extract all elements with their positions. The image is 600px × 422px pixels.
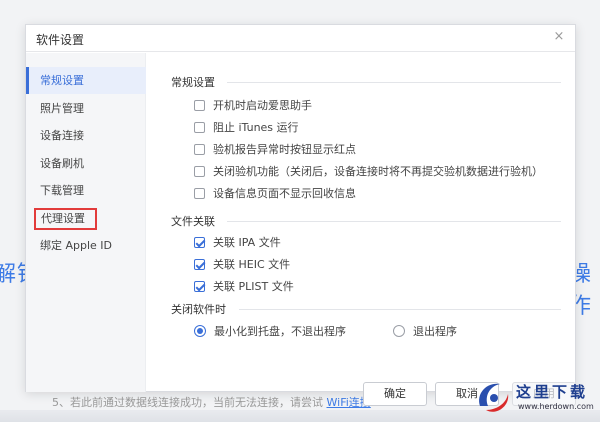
- settings-content: 常规设置 开机时启动爱思助手 阻止 iTunes 运行 验机报告异常时按钮显示红…: [147, 53, 576, 406]
- section-title-general: 常规设置: [171, 76, 215, 89]
- section-title-file-assoc: 文件关联: [171, 215, 215, 228]
- checkbox-checked[interactable]: [194, 258, 205, 270]
- option-label: 关联 IPA 文件: [213, 236, 281, 249]
- option-disable-verify[interactable]: 关闭验机功能（关闭后，设备连接时将不再提交验机数据进行验机）: [194, 163, 543, 179]
- sidebar-item-flash[interactable]: 设备刷机: [26, 150, 146, 177]
- option-hide-recycle[interactable]: 设备信息页面不显示回收信息: [194, 185, 356, 201]
- option-label: 设备信息页面不显示回收信息: [213, 187, 356, 200]
- checkbox-checked[interactable]: [194, 236, 205, 248]
- section-divider: [227, 221, 561, 222]
- option-assoc-plist[interactable]: 关联 PLIST 文件: [194, 278, 294, 294]
- watermark-url: www.herdown.com: [518, 402, 594, 411]
- checkbox[interactable]: [194, 121, 205, 133]
- sidebar-item-apple-id[interactable]: 绑定 Apple ID: [26, 232, 146, 259]
- option-label: 关闭验机功能（关闭后，设备连接时将不再提交验机数据进行验机）: [213, 165, 543, 178]
- watermark-title: 这里下载: [516, 383, 589, 401]
- sidebar-item-downloads[interactable]: 下载管理: [26, 177, 146, 204]
- checkbox[interactable]: [194, 187, 205, 199]
- dialog-titlebar: 软件设置 ×: [26, 25, 575, 52]
- option-label: 开机时启动爱思助手: [213, 99, 312, 112]
- option-assoc-heic[interactable]: 关联 HEIC 文件: [194, 256, 290, 272]
- checkbox[interactable]: [194, 165, 205, 177]
- checkbox[interactable]: [194, 143, 205, 155]
- option-label: 关联 PLIST 文件: [213, 280, 294, 293]
- sidebar-item-device-connection[interactable]: 设备连接: [26, 122, 146, 149]
- radio-selected[interactable]: [194, 325, 206, 337]
- option-autostart[interactable]: 开机时启动爱思助手: [194, 97, 312, 113]
- option-label: 关联 HEIC 文件: [213, 258, 291, 271]
- background-hint-text: 5、若此前通过数据线连接成功，当前无法连接，请尝试 WiFi连接: [52, 394, 371, 410]
- checkbox-checked[interactable]: [194, 280, 205, 292]
- section-divider: [239, 309, 561, 310]
- close-icon[interactable]: ×: [551, 29, 567, 45]
- background-hint-label: 5、若此前通过数据线连接成功，当前无法连接，请尝试: [52, 396, 323, 409]
- sidebar-item-general[interactable]: 常规设置: [26, 67, 146, 94]
- section-title-on-close: 关闭软件时: [171, 303, 226, 316]
- option-minimize-to-tray[interactable]: 最小化到托盘，不退出程序: [194, 323, 346, 339]
- option-assoc-ipa[interactable]: 关联 IPA 文件: [194, 234, 281, 250]
- settings-dialog: 软件设置 × 常规设置 照片管理 设备连接 设备刷机 下载管理 代理设置 绑定 …: [25, 24, 576, 406]
- watermark-swoosh-icon: [479, 383, 509, 412]
- ok-button[interactable]: 确定: [363, 382, 427, 406]
- settings-sidebar: 常规设置 照片管理 设备连接 设备刷机 下载管理 代理设置 绑定 Apple I…: [26, 53, 146, 392]
- option-label: 阻止 iTunes 运行: [213, 121, 299, 134]
- option-label: 最小化到托盘，不退出程序: [214, 325, 346, 338]
- sidebar-item-photos[interactable]: 照片管理: [26, 95, 146, 122]
- option-exit-program[interactable]: 退出程序: [393, 323, 457, 339]
- radio[interactable]: [393, 325, 405, 337]
- option-label: 验机报告异常时按钮显示红点: [213, 143, 356, 156]
- watermark-logo: 这里下载 www.herdown.com: [470, 373, 600, 422]
- dialog-title: 软件设置: [36, 33, 85, 47]
- section-divider: [227, 82, 561, 83]
- checkbox[interactable]: [194, 99, 205, 111]
- option-block-itunes[interactable]: 阻止 iTunes 运行: [194, 119, 299, 135]
- sidebar-item-proxy[interactable]: 代理设置: [34, 208, 97, 230]
- option-report-red-dot[interactable]: 验机报告异常时按钮显示红点: [194, 141, 356, 157]
- option-label: 退出程序: [413, 325, 457, 338]
